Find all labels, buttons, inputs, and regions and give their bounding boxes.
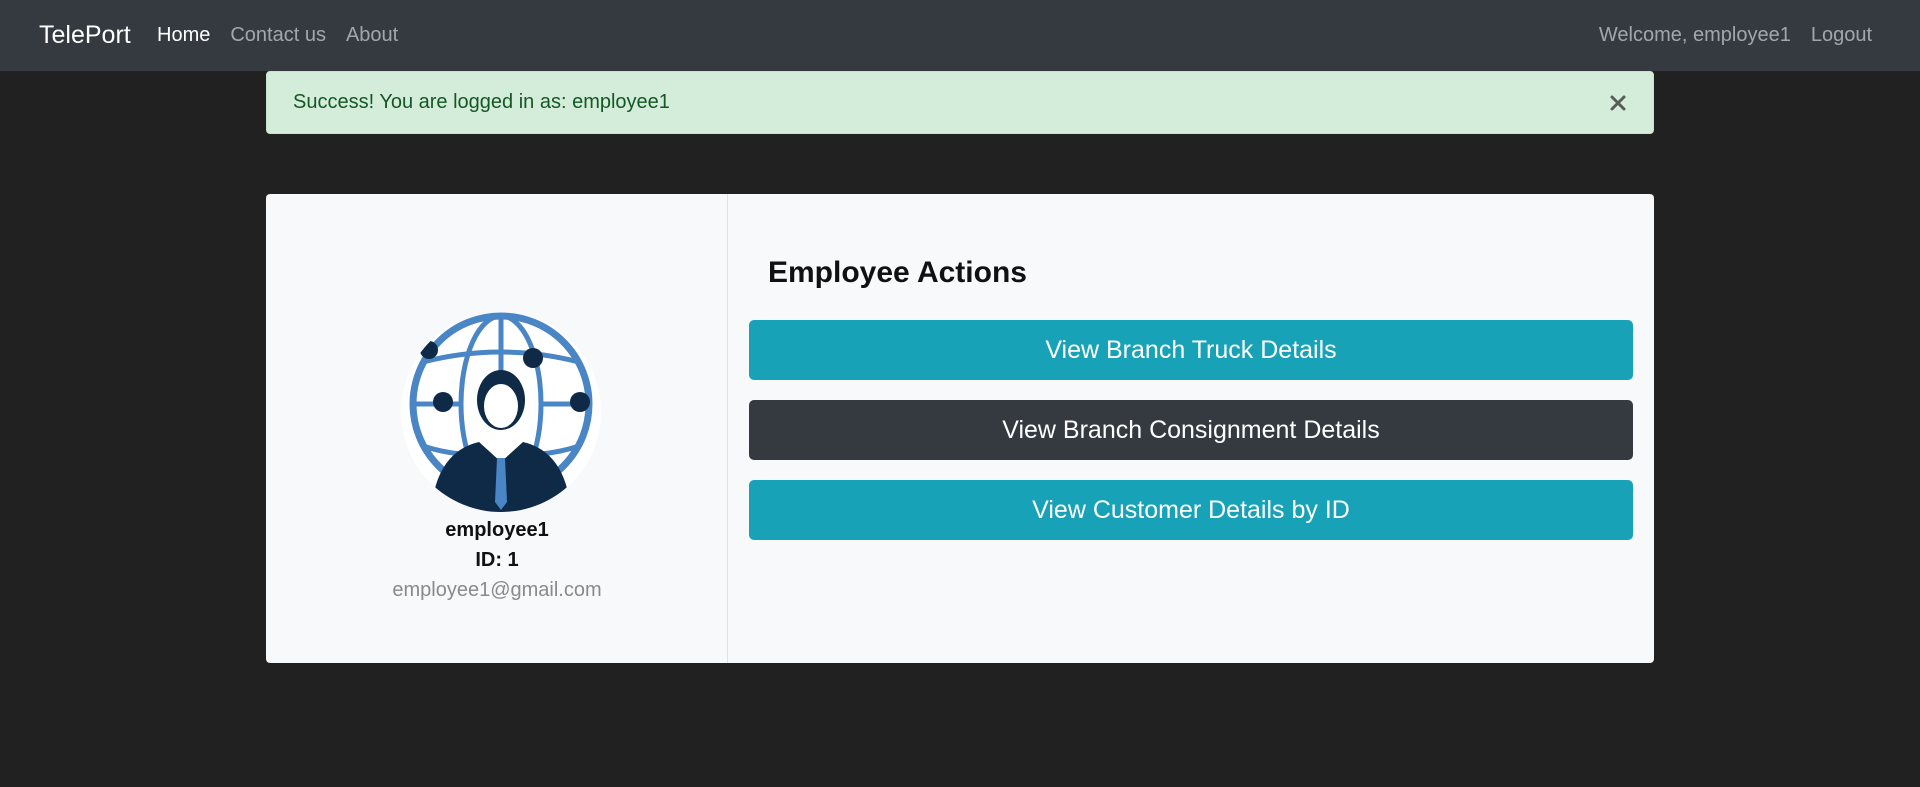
view-customer-details-button[interactable]: View Customer Details by ID [749,480,1633,540]
profile-panel: employee1 ID: 1 employee1@gmail.com [266,194,728,663]
employee-globe-icon [409,312,593,512]
close-icon[interactable] [1605,90,1631,116]
welcome-text: Welcome, employee1 [1598,24,1791,46]
nav-contact-link[interactable]: Contact us [230,24,326,47]
actions-title: Employee Actions [768,256,1027,289]
navbar: TelePort Home Contact us About Welcome, … [0,0,1920,71]
employee-name: employee1 [445,519,549,541]
view-truck-details-button[interactable]: View Branch Truck Details [749,320,1633,380]
success-alert: Success! You are logged in as: employee1 [266,71,1654,134]
employee-card: employee1 ID: 1 employee1@gmail.com Empl… [266,194,1654,663]
brand-link[interactable]: TelePort [39,0,131,71]
nav-home-link[interactable]: Home [157,24,210,47]
employee-id: ID: 1 [475,549,519,571]
nav-right: Welcome, employee1 Logout [1599,0,1872,71]
alert-message: Success! You are logged in as: employee1 [293,91,670,113]
nav-links: Home Contact us About [157,0,418,71]
employee-email: employee1@gmail.com [392,579,602,601]
avatar [401,312,601,512]
view-consignment-details-button[interactable]: View Branch Consignment Details [749,400,1633,460]
nav-about-link[interactable]: About [346,24,398,47]
logout-link[interactable]: Logout [1811,24,1872,47]
